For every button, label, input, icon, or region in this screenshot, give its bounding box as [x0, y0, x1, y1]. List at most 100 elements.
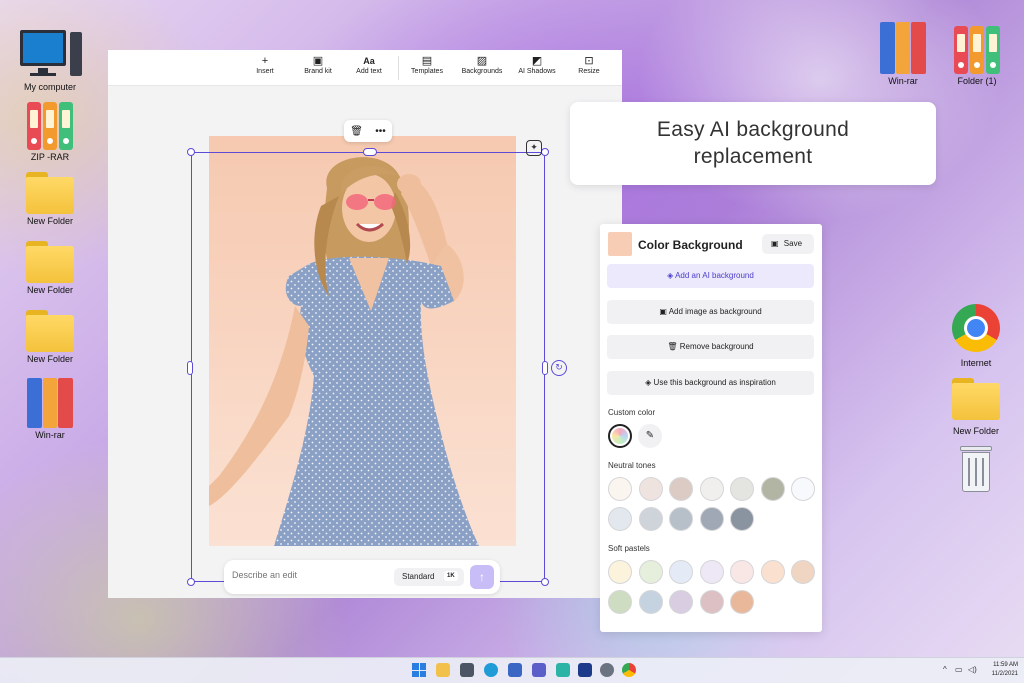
pastel-color-swatch[interactable] [608, 590, 632, 614]
pastel-color-swatch[interactable] [638, 560, 663, 584]
photos-icon[interactable] [556, 663, 570, 677]
toolbar-resize-button[interactable]: ⊡ Resize [572, 54, 606, 75]
pastel-color-swatch[interactable] [791, 560, 815, 584]
neutral-color-swatch[interactable] [669, 477, 693, 501]
desktop-icon-new-folder-1[interactable]: New Folder [10, 172, 90, 226]
send-button[interactable]: ↑ [470, 565, 494, 589]
arrow-up-icon: ↑ [479, 570, 485, 584]
pastel-color-swatch[interactable] [608, 560, 632, 584]
zip-rar-icon [10, 102, 90, 150]
desktop-icon-winrar-left[interactable]: Win-rar [10, 378, 90, 440]
desktop-icon-label: New Folder [26, 285, 73, 295]
app-icon[interactable] [578, 663, 592, 677]
desktop-icon-label: My computer [23, 82, 76, 92]
brand-kit-icon: ▣ [771, 239, 779, 248]
magic-edit-icon[interactable]: ✦ [526, 140, 542, 156]
chevron-up-icon[interactable]: ^ [943, 665, 947, 674]
toolbar-backgrounds-button[interactable]: ▨ Backgrounds [458, 54, 506, 75]
store-icon[interactable] [508, 663, 522, 677]
desktop-icon-folder-1[interactable]: Folder (1) [937, 26, 1017, 86]
pastel-color-swatch[interactable] [699, 560, 724, 584]
pastel-color-swatch[interactable] [669, 590, 693, 614]
neutral-color-swatch[interactable] [608, 477, 632, 501]
chrome-icon[interactable] [622, 663, 636, 677]
desktop-icon-label: New Folder [26, 216, 73, 226]
toolbar-brand-kit-button[interactable]: ▣ Brand kit [298, 54, 338, 75]
desktop-icon-winrar-right[interactable]: Win-rar [863, 22, 943, 86]
pastel-color-swatch[interactable] [760, 560, 785, 584]
pastel-color-swatch[interactable] [638, 590, 663, 614]
resize-handle-bottom-left[interactable] [187, 578, 195, 586]
use-as-inspiration-button[interactable]: ◈ Use this background as inspiration [607, 371, 814, 395]
resize-handle-top[interactable] [363, 148, 377, 156]
shadows-icon: ◩ [531, 55, 543, 67]
editor-window: + Insert ▣ Brand kit Aa Add text ▤ Templ… [108, 50, 622, 598]
clock-time: 11:59 AM [993, 662, 1018, 668]
quality-label: Standard [402, 572, 435, 581]
neutral-color-swatch[interactable] [760, 477, 785, 501]
plus-icon: + [261, 55, 269, 67]
toolbar-ai-shadows-button[interactable]: ◩ AI Shadows [514, 54, 560, 75]
folder-icon [26, 310, 74, 352]
pastel-color-swatch[interactable] [730, 560, 754, 584]
pastel-color-swatch[interactable] [669, 560, 693, 584]
recycle-bin-icon [958, 446, 994, 494]
edit-prompt-bar: Standard 1K ↑ [224, 560, 500, 594]
neutral-color-swatch[interactable] [638, 477, 663, 501]
file-explorer-icon[interactable] [436, 663, 450, 677]
desktop-icon-zip-rar[interactable]: ZIP -RAR [10, 102, 90, 162]
desktop-icon-new-folder-3[interactable]: New Folder [10, 310, 90, 364]
toolbar-label: Backgrounds [461, 68, 503, 75]
soft-pastels-heading: Soft pastels [608, 544, 650, 553]
taskbar: ^ ▭ ◁) 11:59 AM 11/2/2021 [0, 657, 1024, 683]
neutral-color-swatch[interactable] [608, 507, 632, 531]
save-button[interactable]: ▣ Save [762, 234, 814, 254]
button-label: Add an AI background [675, 271, 754, 280]
neutral-color-swatch[interactable] [669, 507, 693, 531]
resize-handle-right[interactable] [542, 361, 548, 375]
desktop-icon-label: Folder (1) [957, 76, 997, 86]
add-ai-background-button[interactable]: ◈ Add an AI background [607, 264, 814, 288]
neutral-color-swatch[interactable] [699, 507, 724, 531]
edge-icon[interactable] [484, 663, 498, 677]
taskbar-clock[interactable]: 11:59 AM 11/2/2021 [992, 661, 1018, 679]
rotate-icon[interactable]: ↻ [551, 360, 567, 376]
teams-icon[interactable] [532, 663, 546, 677]
neutral-color-swatch[interactable] [699, 477, 724, 501]
desktop-icon-my-computer[interactable]: My computer [10, 28, 90, 92]
neutral-color-swatch[interactable] [791, 477, 815, 501]
neutral-color-swatch[interactable] [730, 507, 754, 531]
winrar-icon [880, 22, 927, 74]
toolbar-templates-button[interactable]: ▤ Templates [406, 54, 448, 75]
folder-icon [26, 172, 74, 214]
toolbar-insert-button[interactable]: + Insert [250, 54, 280, 75]
remove-background-button[interactable]: 🗑 Remove background [607, 335, 814, 359]
network-icon[interactable]: ▭ [955, 665, 963, 674]
neutral-color-swatch[interactable] [730, 477, 754, 501]
selection-box[interactable] [187, 148, 549, 586]
resize-handle-top-left[interactable] [187, 148, 195, 156]
resize-handle-left[interactable] [187, 361, 193, 375]
start-icon[interactable] [412, 663, 426, 677]
resize-handle-bottom-right[interactable] [541, 578, 549, 586]
desktop-icon-internet[interactable]: Internet [936, 304, 1016, 368]
pastel-color-swatch[interactable] [730, 590, 754, 614]
desktop-icon-new-folder-right[interactable]: New Folder [936, 378, 1016, 436]
volume-icon[interactable]: ◁) [968, 665, 977, 674]
add-image-background-button[interactable]: ▣ Add image as background [607, 300, 814, 324]
eyedropper-icon[interactable]: ✎ [638, 424, 662, 448]
desktop-icon-recycle-bin[interactable] [936, 446, 1016, 494]
camera-icon[interactable] [460, 663, 474, 677]
trash-icon[interactable]: 🗑 [350, 126, 363, 137]
custom-color-picker[interactable] [608, 424, 632, 448]
describe-edit-input[interactable] [232, 570, 382, 580]
toolbar-add-text-button[interactable]: Aa Add text [351, 54, 387, 75]
desktop-icon-label: New Folder [952, 426, 999, 436]
neutral-color-swatch[interactable] [638, 507, 663, 531]
pastel-color-swatch[interactable] [699, 590, 724, 614]
desktop-icon-new-folder-2[interactable]: New Folder [10, 241, 90, 295]
more-icon[interactable]: ••• [375, 126, 386, 137]
settings-icon[interactable] [600, 663, 614, 677]
resize-handle-top-right[interactable] [541, 148, 549, 156]
quality-selector[interactable]: Standard 1K [394, 568, 464, 586]
